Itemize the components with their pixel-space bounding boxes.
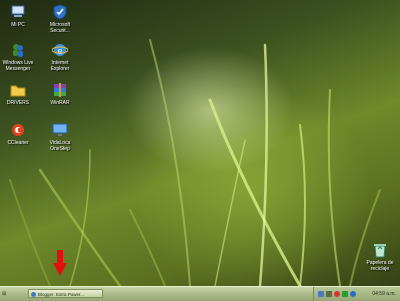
desktop-icon-label: Papelera de reciclaje: [366, 260, 394, 272]
desktop-icon-label: Windows Live Messenger: [2, 60, 34, 72]
taskbar: ⊞ Blogger: Extra Power... 04:59 a.m.: [0, 286, 400, 301]
start-button[interactable]: ⊞: [2, 289, 18, 299]
desktop-icon-label: Mi PC: [11, 22, 25, 28]
desktop-icon-vidaloca-onestep[interactable]: VidaLoca OneStep: [42, 122, 78, 152]
desktop-icon-recycle-bin[interactable]: Papelera de reciclaje: [362, 242, 398, 272]
desktop-icon-messenger[interactable]: Windows Live Messenger: [0, 42, 36, 72]
folder-icon: [10, 82, 26, 98]
recycle-bin-icon: [372, 242, 388, 258]
clock[interactable]: 04:59 a.m.: [372, 287, 396, 301]
desktop-icon-label: Microsoft Securit...: [49, 22, 71, 34]
desktop-icon-microsoft-security[interactable]: Microsoft Securit...: [42, 4, 78, 34]
desktop-icon-label: DRIVERS: [6, 100, 30, 106]
desktop-icon-label: Internet Explorer: [50, 60, 70, 72]
desktop-icon-label: VidaLoca OneStep: [49, 140, 71, 152]
antivirus-icon[interactable]: [342, 291, 348, 297]
red-arrow-indicator: [53, 250, 67, 276]
winrar-icon: [52, 82, 68, 98]
volume-icon[interactable]: [326, 291, 332, 297]
ccleaner-icon: [10, 122, 26, 138]
desktop-icon-label: WinRAR: [50, 100, 70, 106]
desktop-icon-ccleaner[interactable]: CCleaner: [0, 122, 36, 146]
taskbar-button-label: Blogger: Extra Power...: [38, 292, 85, 297]
desktop-icon-drivers[interactable]: DRIVERS: [0, 82, 36, 106]
network-icon[interactable]: [318, 291, 324, 297]
desktop: Mi PC Windows Live Messenger DRIVERS CCl…: [0, 0, 400, 286]
internet-explorer-icon: [31, 292, 36, 297]
desktop-icon-internet-explorer[interactable]: e Internet Explorer: [42, 42, 78, 72]
desktop-icon-winrar[interactable]: WinRAR: [42, 82, 78, 106]
security-shield-icon[interactable]: [334, 291, 340, 297]
system-tray: 04:59 a.m.: [313, 287, 400, 301]
security-shield-icon: [52, 4, 68, 20]
desktop-icon-label: CCleaner: [7, 140, 29, 146]
monitor-icon: [52, 122, 68, 138]
messenger-icon: [10, 42, 26, 58]
taskbar-button-blogger[interactable]: Blogger: Extra Power...: [28, 289, 103, 298]
desktop-icon-my-pc[interactable]: Mi PC: [0, 4, 36, 28]
internet-explorer-icon: e: [51, 42, 69, 58]
messenger-icon[interactable]: [350, 291, 356, 297]
my-computer-icon: [10, 4, 26, 20]
